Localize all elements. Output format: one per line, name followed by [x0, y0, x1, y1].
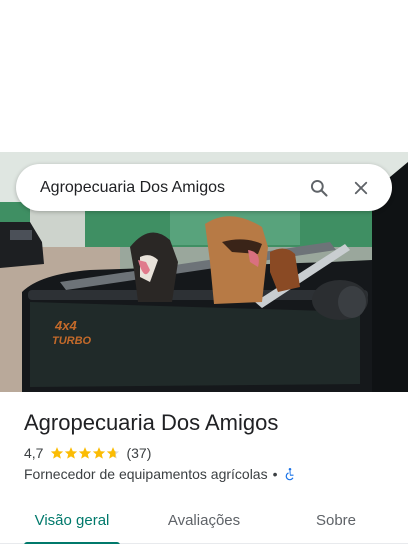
tab-label: Avaliações: [167, 512, 241, 529]
half-star-icon: [107, 447, 120, 459]
star-icon: [51, 447, 64, 459]
rating-row[interactable]: 4,7 (37): [24, 445, 151, 461]
svg-text:TURBO: TURBO: [52, 335, 92, 347]
separator-dot: •: [272, 466, 278, 482]
tab-overview[interactable]: Visão geral: [24, 497, 120, 544]
svg-text:4x4: 4x4: [54, 318, 77, 333]
rating-value: 4,7: [24, 445, 44, 461]
map-top-area: [0, 0, 408, 152]
star-icon: [79, 447, 92, 459]
tab-label: Sobre: [315, 512, 357, 529]
search-icon[interactable]: [302, 171, 336, 205]
place-title: Agropecuaria Dos Amigos: [24, 410, 279, 435]
star-icon: [93, 447, 106, 459]
category-row: Fornecedor de equipamentos agrícolas •: [24, 466, 297, 482]
search-input[interactable]: Agropecuaria Dos Amigos: [40, 179, 294, 197]
tab-label: Visão geral: [34, 512, 110, 529]
search-bar[interactable]: Agropecuaria Dos Amigos: [16, 164, 392, 211]
place-info-panel: Agropecuaria Dos Amigos 4,7 (37) Fornece…: [0, 392, 408, 544]
tab-about[interactable]: Sobre: [288, 497, 384, 544]
tab-reviews[interactable]: Avaliações: [156, 497, 252, 544]
close-icon[interactable]: [344, 171, 378, 205]
review-count[interactable]: (37): [126, 445, 151, 461]
rating-stars: [50, 446, 120, 460]
wheelchair-icon: [283, 467, 297, 481]
star-icon: [65, 447, 78, 459]
place-tabs: Visão geral Avaliações Sobre: [0, 497, 408, 544]
place-category: Fornecedor de equipamentos agrícolas: [24, 466, 268, 482]
